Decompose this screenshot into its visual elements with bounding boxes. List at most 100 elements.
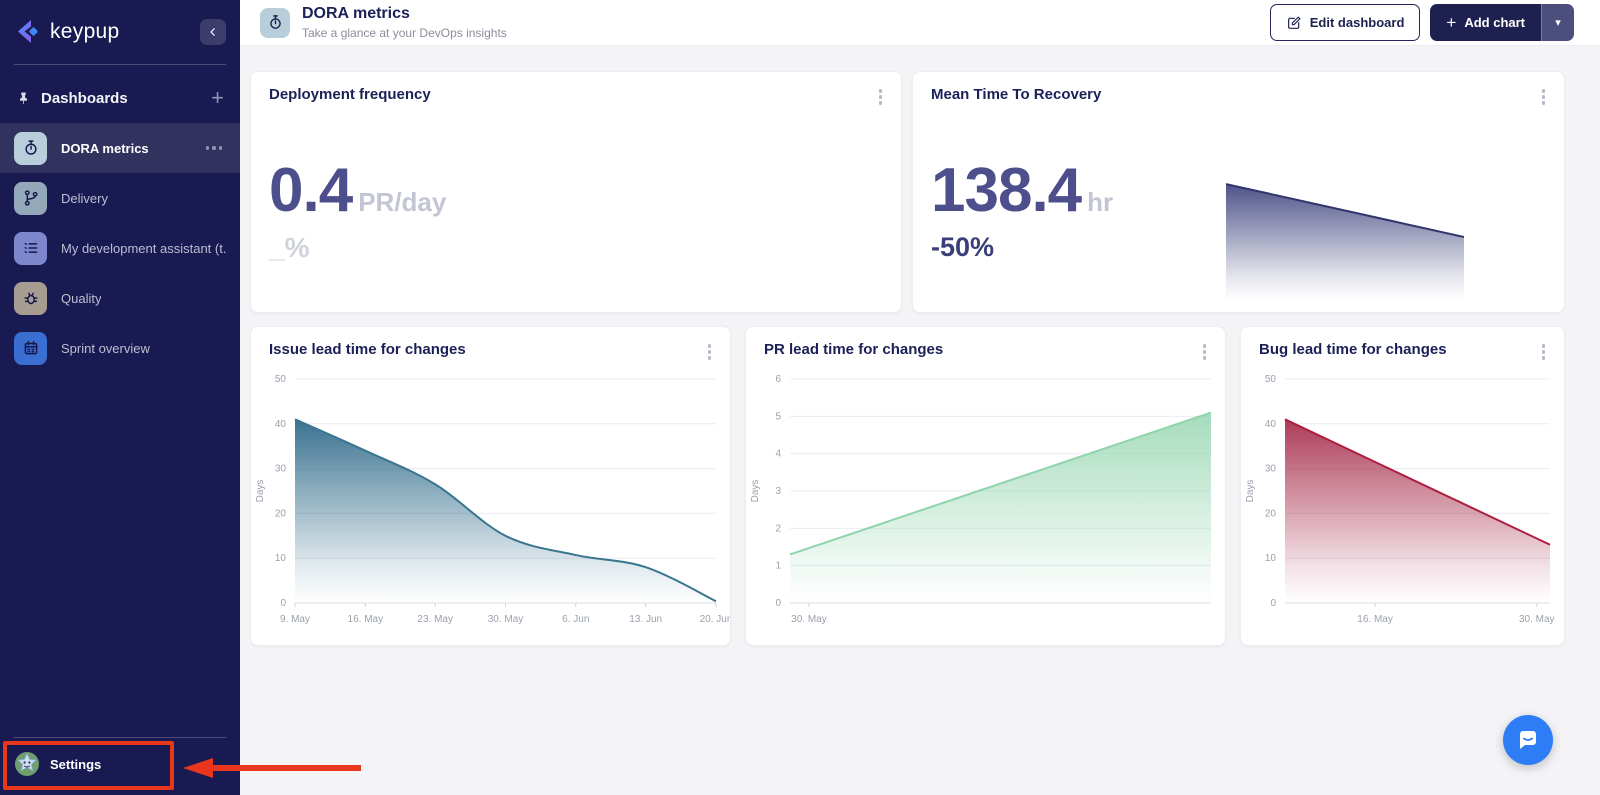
svg-text:0: 0 [775, 598, 781, 609]
sidebar-item-delivery[interactable]: Delivery [0, 173, 240, 223]
card-menu-button[interactable] [703, 341, 717, 363]
card-menu-button[interactable] [1198, 341, 1212, 363]
svg-text:0: 0 [280, 598, 286, 609]
svg-text:20. Jun: 20. Jun [700, 614, 730, 625]
card-bug-lead-time: Bug lead time for changes 0 10 20 30 40 50 Day… [1240, 326, 1565, 646]
plus-icon: + [1446, 13, 1456, 33]
svg-text:23. May: 23. May [417, 614, 453, 625]
svg-text:30. May: 30. May [791, 614, 827, 625]
card-mean-time-to-recovery: Mean Time To Recovery 138.4 hr -50% [912, 71, 1565, 313]
svg-text:40: 40 [275, 418, 287, 429]
dashboards-section-label: Dashboards [41, 90, 128, 107]
svg-text:16. May: 16. May [1357, 614, 1393, 625]
add-chart-label: Add chart [1464, 15, 1525, 30]
svg-text:13. Jun: 13. Jun [629, 614, 662, 625]
stopwatch-icon [14, 132, 47, 165]
bug-icon [14, 282, 47, 315]
page-title: DORA metrics [302, 5, 507, 23]
page-subtitle: Take a glance at your DevOps insights [302, 26, 507, 40]
card-deployment-frequency: Deployment frequency 0.4 PR/day _% [250, 71, 902, 313]
sidebar-item-label: Delivery [61, 191, 108, 206]
mttr-trend-chart [1226, 172, 1464, 300]
stopwatch-icon [260, 8, 290, 38]
edit-icon [1286, 15, 1302, 31]
sidebar-item-dora-metrics[interactable]: DORA metrics [0, 123, 240, 173]
svg-text:20: 20 [275, 508, 287, 519]
svg-text:4: 4 [775, 448, 781, 459]
svg-text:9. May: 9. May [280, 614, 310, 625]
deployment-frequency-unit: PR/day [358, 187, 446, 218]
logo-text: keypup [50, 20, 120, 44]
card-issue-lead-time: Issue lead time for changes 0 10 20 30 40 50 D… [250, 326, 731, 646]
git-branch-icon [14, 182, 47, 215]
sidebar-item-quality[interactable]: Quality [0, 273, 240, 323]
settings-label: Settings [50, 757, 101, 772]
card-title: PR lead time for changes [764, 341, 943, 358]
pr-lead-time-chart: 0 1 2 3 4 5 6 Days 30. May [746, 369, 1225, 629]
svg-text:2: 2 [775, 523, 781, 534]
card-menu-button[interactable] [1537, 341, 1551, 363]
svg-text:10: 10 [275, 553, 287, 564]
sidebar-item-settings[interactable]: Settings [0, 738, 240, 795]
svg-text:Days: Days [750, 479, 761, 502]
svg-text:30: 30 [275, 463, 287, 474]
svg-text:16. May: 16. May [348, 614, 384, 625]
svg-text:10: 10 [1265, 553, 1277, 564]
mttr-unit: hr [1087, 187, 1113, 218]
logo: keypup [0, 0, 240, 60]
dashboard-content: Deployment frequency 0.4 PR/day _% Mean … [240, 46, 1600, 795]
sidebar-item-label: My development assistant (t... [61, 241, 226, 256]
user-avatar [14, 751, 40, 777]
svg-text:6. Jun: 6. Jun [562, 614, 589, 625]
svg-text:6: 6 [775, 374, 781, 385]
card-title: Deployment frequency [269, 86, 431, 103]
calendar-icon [14, 332, 47, 365]
svg-text:Days: Days [1245, 479, 1256, 502]
card-menu-button[interactable] [1537, 86, 1551, 108]
edit-dashboard-label: Edit dashboard [1310, 15, 1405, 30]
issue-lead-time-chart: 0 10 20 30 40 50 Days 9. May 16. May 23. May 30. M… [251, 369, 730, 629]
svg-text:30: 30 [1265, 463, 1277, 474]
card-title: Bug lead time for changes [1259, 341, 1447, 358]
deployment-frequency-delta: _% [269, 232, 901, 264]
caret-down-icon: ▾ [1555, 16, 1561, 29]
card-pr-lead-time: PR lead time for changes 0 1 2 3 4 5 6 Days 30. … [745, 326, 1226, 646]
svg-text:30. May: 30. May [488, 614, 524, 625]
dashboard-item-menu-button[interactable] [202, 142, 227, 154]
bug-lead-time-chart: 0 10 20 30 40 50 Days 16. May 30. May [1241, 369, 1564, 629]
svg-text:3: 3 [775, 486, 781, 497]
sidebar-item-label: Sprint overview [61, 341, 150, 356]
list-icon [14, 232, 47, 265]
deployment-frequency-value: 0.4 [269, 160, 352, 222]
mttr-value: 138.4 [931, 160, 1081, 222]
pin-icon [16, 91, 31, 106]
add-chart-button[interactable]: + Add chart [1430, 4, 1541, 41]
svg-text:40: 40 [1265, 418, 1277, 429]
add-dashboard-button[interactable]: + [211, 87, 224, 109]
main-area: DORA metrics Take a glance at your DevOp… [240, 0, 1600, 795]
svg-text:Days: Days [255, 479, 266, 502]
dashboards-section-header: Dashboards + [0, 65, 240, 123]
sidebar-collapse-button[interactable] [200, 19, 226, 45]
sidebar-item-label: Quality [61, 291, 101, 306]
sidebar: keypup Dashboards + DORA metrics Deliver… [0, 0, 240, 795]
add-chart-caret-button[interactable]: ▾ [1541, 4, 1574, 41]
svg-text:30. May: 30. May [1519, 614, 1555, 625]
svg-text:5: 5 [775, 411, 781, 422]
svg-text:20: 20 [1265, 508, 1277, 519]
sidebar-item-sprint-overview[interactable]: Sprint overview [0, 323, 240, 373]
card-menu-button[interactable] [874, 86, 888, 108]
svg-text:50: 50 [275, 374, 287, 385]
sidebar-item-label: DORA metrics [61, 141, 149, 156]
svg-text:1: 1 [775, 560, 781, 571]
edit-dashboard-button[interactable]: Edit dashboard [1270, 4, 1421, 41]
chat-icon [1515, 727, 1541, 753]
sidebar-item-my-development-assistant[interactable]: My development assistant (t... [0, 223, 240, 273]
chat-widget-button[interactable] [1503, 715, 1553, 765]
chevron-left-icon [207, 26, 219, 38]
svg-text:0: 0 [1270, 598, 1276, 609]
dashboard-header: DORA metrics Take a glance at your DevOp… [240, 0, 1600, 46]
keypup-logo-icon [14, 18, 42, 46]
svg-text:50: 50 [1265, 374, 1277, 385]
card-title: Issue lead time for changes [269, 341, 466, 358]
